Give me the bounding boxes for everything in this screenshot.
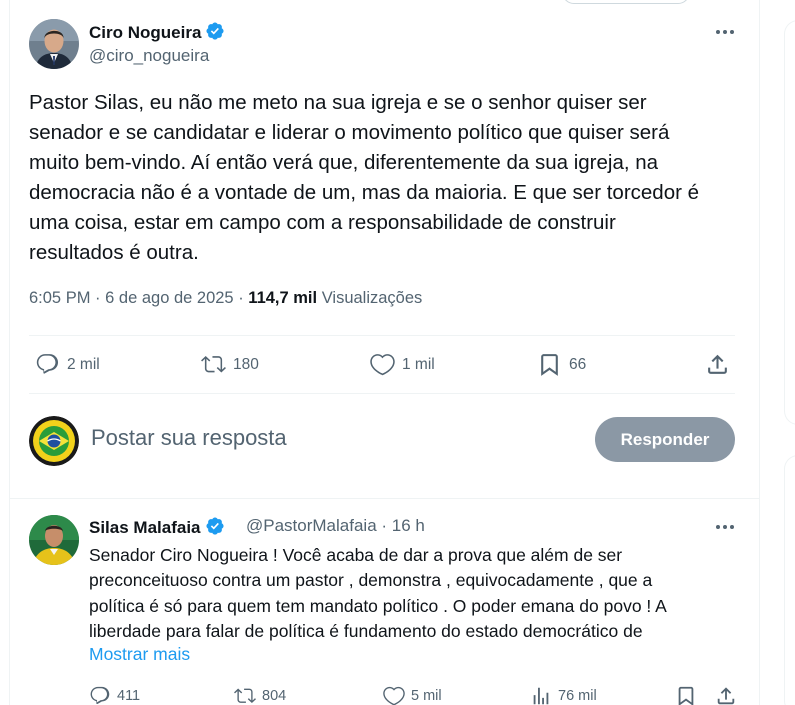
tweet-text: Pastor Silas, eu não me meto na sua igre…	[29, 91, 700, 264]
retweet-icon	[201, 356, 226, 373]
reply-time[interactable]: 16 h	[392, 516, 425, 535]
tweet-time[interactable]: 6:05 PM	[29, 289, 90, 307]
tweet-meta: 6:05 PM · 6 de ago de 2025 · 114,7 mil V…	[29, 289, 422, 308]
verified-badge-icon	[205, 21, 225, 46]
divider	[29, 335, 735, 336]
reply-bookmark-button[interactable]	[675, 685, 697, 705]
sidebar-card-edge	[784, 20, 795, 425]
retweet-button[interactable]: 180	[201, 352, 259, 377]
show-more-link[interactable]: Mostrar mais	[89, 644, 190, 665]
author-avatar[interactable]	[29, 19, 79, 69]
reply-author-handle[interactable]: @PastorMalafaia	[246, 516, 377, 535]
reply-author-name-text[interactable]: Silas Malafaia	[89, 518, 201, 537]
share-icon	[717, 687, 735, 705]
author-name[interactable]: Ciro Nogueira	[89, 21, 225, 46]
reply-like-button[interactable]: 5 mil	[383, 685, 442, 705]
like-icon	[383, 686, 405, 705]
reply-reply-button[interactable]: 411	[89, 685, 140, 705]
current-user-avatar[interactable]	[29, 416, 79, 466]
share-button[interactable]	[705, 352, 730, 377]
like-icon	[370, 354, 395, 376]
views-icon	[533, 687, 549, 705]
views-count: 114,7 mil	[248, 289, 318, 307]
reply-submit-button[interactable]: Responder	[595, 417, 735, 462]
meta-separator: ·	[381, 516, 388, 535]
reply-icon	[90, 686, 110, 705]
meta-separator: ·	[238, 289, 244, 307]
more-icon[interactable]	[714, 516, 736, 538]
retweet-icon	[234, 688, 256, 703]
top-button-edge[interactable]	[562, 0, 690, 4]
section-divider	[9, 498, 760, 499]
author-name-text[interactable]: Ciro Nogueira	[89, 23, 201, 42]
reply-retweet-count: 804	[262, 688, 287, 704]
reply-author-avatar[interactable]	[29, 515, 79, 565]
reply-author-name[interactable]: Silas Malafaia	[89, 516, 225, 541]
like-count: 1 mil	[402, 355, 435, 373]
bookmark-icon	[541, 354, 558, 376]
like-button[interactable]: 1 mil	[370, 352, 435, 377]
tweet-date[interactable]: 6 de ago de 2025	[105, 289, 233, 307]
reply-count: 2 mil	[67, 355, 100, 373]
verified-badge-icon	[205, 516, 225, 541]
reply-reply-count: 411	[117, 688, 141, 704]
reply-views-button[interactable]: 76 mil	[530, 685, 597, 705]
meta-separator: ·	[95, 289, 101, 307]
reply-views-count: 76 mil	[558, 688, 597, 704]
reply-icon	[36, 354, 59, 374]
reply-retweet-button[interactable]: 804	[234, 685, 286, 705]
reply-text: Senador Ciro Nogueira ! Você acaba de da…	[89, 545, 667, 641]
retweet-count: 180	[233, 355, 259, 373]
more-icon[interactable]	[714, 21, 736, 43]
bookmark-icon	[678, 686, 694, 705]
reply-input[interactable]: Postar sua resposta	[91, 425, 287, 451]
reply-like-count: 5 mil	[411, 688, 442, 704]
reply-author-meta: @PastorMalafaia · 16 h	[246, 516, 425, 536]
share-icon	[708, 354, 727, 374]
bookmark-count: 66	[569, 355, 587, 373]
author-handle[interactable]: @ciro_nogueira	[89, 46, 209, 66]
reply-share-button[interactable]	[715, 685, 737, 705]
sidebar-card-edge	[784, 455, 795, 705]
reply-button[interactable]: 2 mil	[35, 352, 100, 377]
bookmark-button[interactable]: 66	[537, 352, 586, 377]
divider	[29, 393, 735, 394]
views-label: Visualizações	[321, 289, 423, 307]
